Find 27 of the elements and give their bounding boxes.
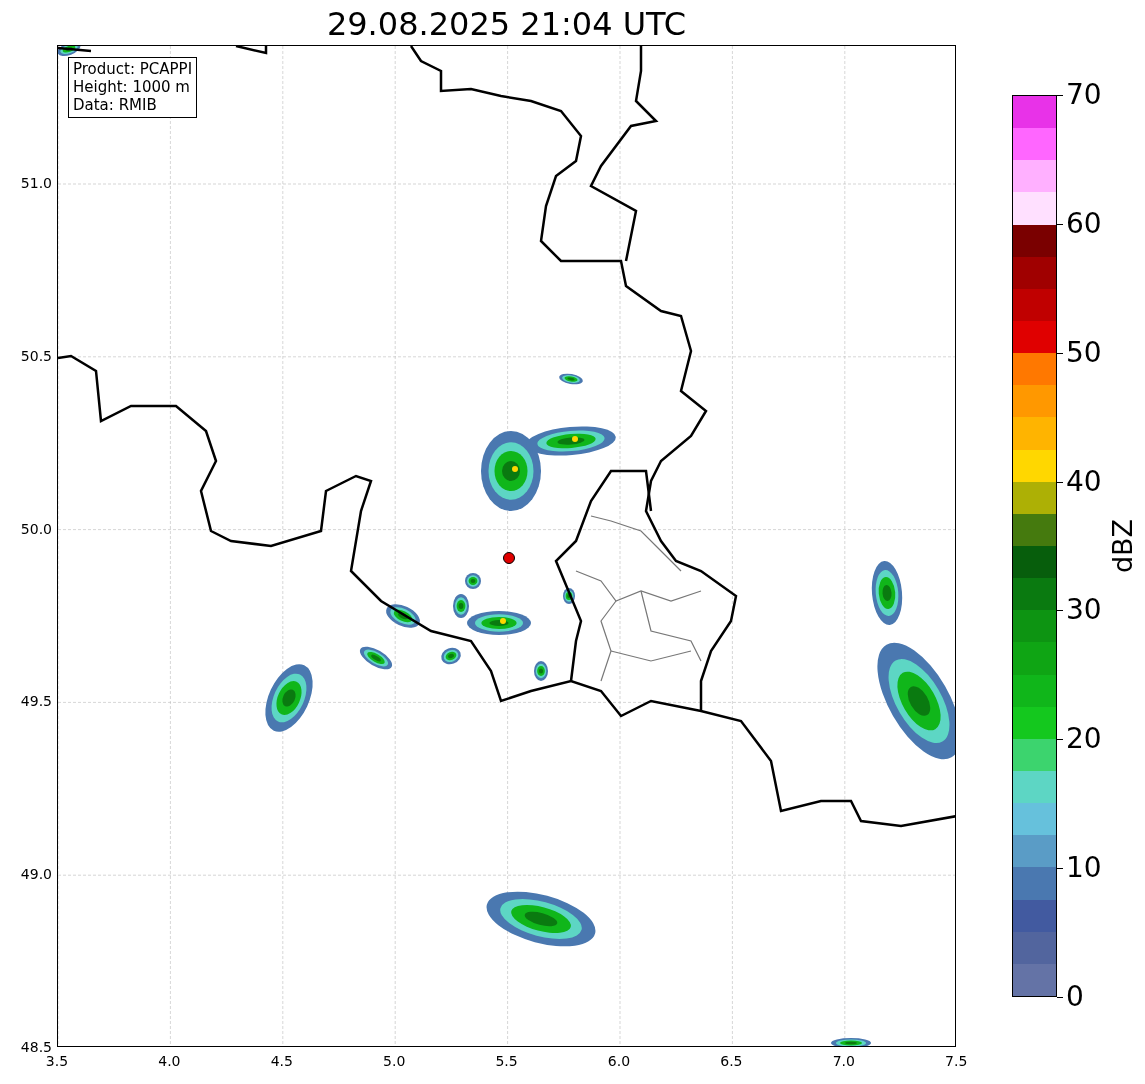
- x-tick-label: 3.5: [45, 1053, 69, 1069]
- scale-tick-label: 0: [1066, 982, 1084, 1012]
- y-tick-label: 49.5: [20, 693, 52, 710]
- y-tick-label: 50.0: [20, 520, 52, 537]
- x-tick-label: 5.5: [495, 1053, 518, 1069]
- x-tick-label: 6.0: [607, 1053, 631, 1069]
- scale-tick-label: 50: [1066, 337, 1102, 368]
- x-tick-label: 6.5: [720, 1053, 743, 1069]
- x-tick-label: 4.0: [158, 1053, 181, 1069]
- chart-title: 29.08.2025 21:04 UTC: [326, 5, 687, 43]
- scale-tick-label: 20: [1066, 724, 1102, 755]
- scale-tick-label: 60: [1066, 208, 1102, 239]
- x-tick-label: 7.0: [832, 1053, 855, 1069]
- info-box: Product: PCAPPI Height: 1000 m Data: RMIB: [68, 57, 198, 118]
- y-tick-label: 49.0: [20, 866, 52, 883]
- y-tick-label: 50.5: [20, 347, 52, 364]
- scale-tick-label: 30: [1066, 595, 1102, 626]
- y-tick-label: 48.5: [20, 1039, 52, 1055]
- scale-tick-label: 40: [1066, 466, 1102, 497]
- scale-tick-label: 10: [1066, 853, 1102, 884]
- x-tick-label: 4.5: [270, 1053, 293, 1069]
- x-tick-label: 7.5: [945, 1053, 968, 1069]
- scale-tick-label: 70: [1066, 80, 1102, 110]
- radar-site-marker-icon: [503, 552, 515, 564]
- y-tick-label: 51.0: [20, 175, 52, 191]
- scale-unit-label: dBZ: [1107, 518, 1140, 574]
- x-tick-label: 5.0: [383, 1053, 406, 1069]
